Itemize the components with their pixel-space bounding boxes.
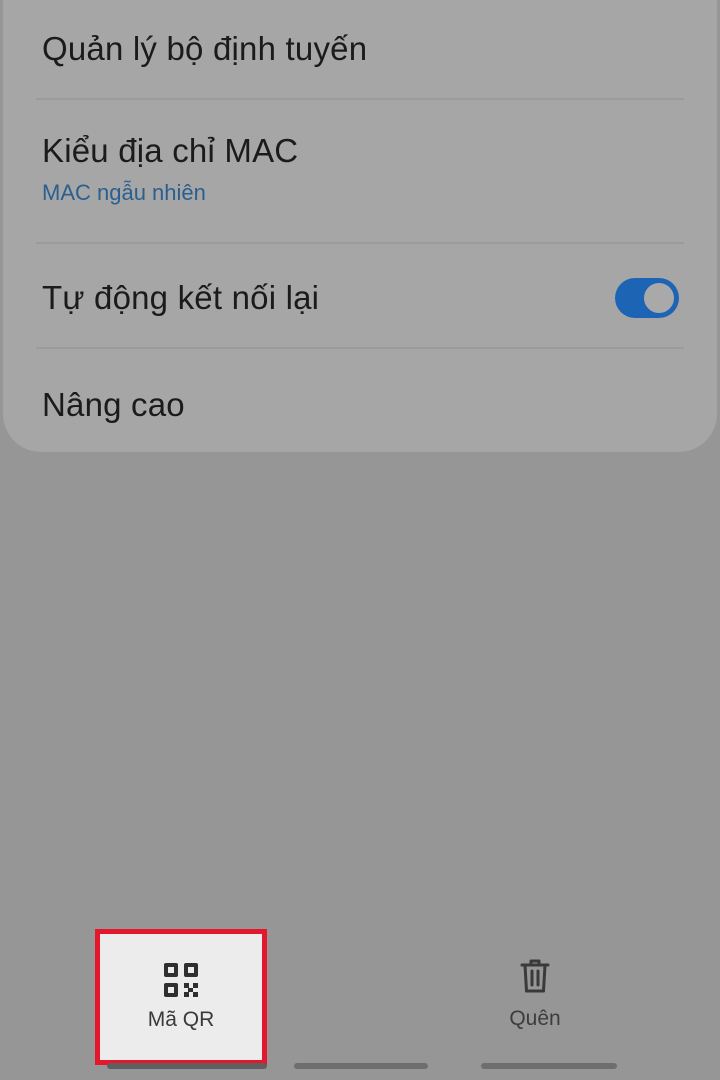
advanced-row[interactable]: Nâng cao (42, 382, 678, 428)
divider (36, 347, 684, 349)
router-manage-row[interactable]: Quản lý bộ định tuyến (42, 26, 678, 72)
router-manage-label: Quản lý bộ định tuyến (42, 29, 368, 67)
qr-code-icon (164, 963, 198, 997)
nav-handle-center (294, 1063, 428, 1069)
mac-type-row[interactable]: Kiểu địa chỉ MAC MAC ngẫu nhiên (42, 132, 678, 215)
nav-handle-left (107, 1063, 267, 1069)
trash-icon (520, 959, 550, 993)
auto-reconnect-row[interactable]: Tự động kết nối lại (42, 275, 679, 321)
advanced-label: Nâng cao (42, 385, 185, 423)
mac-type-label: Kiểu địa chỉ MAC (42, 132, 299, 169)
auto-reconnect-toggle[interactable] (615, 278, 679, 318)
divider (36, 98, 684, 100)
nav-handle-right (481, 1063, 617, 1069)
mac-type-text: Kiểu địa chỉ MAC MAC ngẫu nhiên (42, 132, 299, 206)
toggle-knob (642, 281, 676, 315)
forget-label: Quên (509, 1007, 561, 1030)
qr-code-button[interactable]: Mã QR (95, 929, 267, 1065)
qr-code-label: Mã QR (147, 1008, 215, 1031)
forget-button[interactable]: Quên (470, 958, 600, 1048)
divider (36, 242, 684, 244)
auto-reconnect-label: Tự động kết nối lại (42, 278, 320, 316)
mac-type-value: MAC ngẫu nhiên (42, 180, 206, 206)
